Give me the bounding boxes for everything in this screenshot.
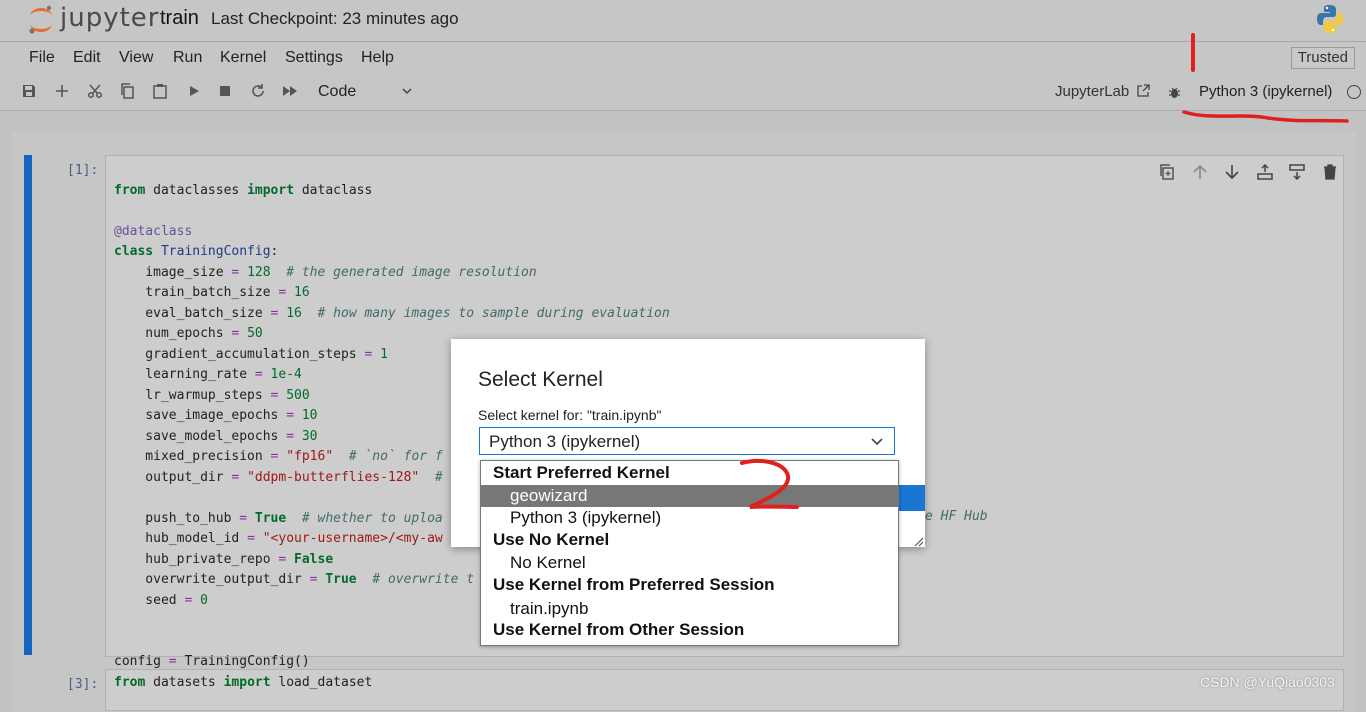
chevron-down-icon — [871, 438, 883, 446]
dialog-select-button[interactable] — [897, 485, 925, 511]
code-line: save_image_epochs = 10 — [114, 408, 318, 423]
fast-forward-icon — [283, 86, 297, 96]
external-link-icon — [1137, 84, 1151, 97]
option-label: Python 3 (ipykernel) — [510, 508, 662, 527]
debugger-bug-icon[interactable] — [1168, 86, 1181, 99]
code-line: push_to_hub = True # whether to uploa — [114, 510, 443, 526]
menu-edit[interactable]: Edit — [73, 49, 101, 67]
code-line: class TrainingConfig: — [114, 244, 279, 259]
code-line: gradient_accumulation_steps = 1 — [114, 346, 388, 362]
kernel-status-icon — [1347, 85, 1361, 99]
plus-icon — [56, 85, 68, 97]
code-line: @dataclass — [114, 223, 193, 239]
scissors-icon — [87, 84, 103, 99]
kernel-name-button[interactable]: Python 3 (ipykernel) — [1199, 83, 1332, 100]
menu-view[interactable]: View — [119, 49, 153, 67]
option-no-kernel[interactable]: No Kernel — [481, 552, 898, 574]
cut-button[interactable] — [86, 82, 104, 100]
active-cell-indicator — [24, 155, 32, 655]
menu-kernel[interactable]: Kernel — [220, 49, 266, 67]
cell-prompt-2: [3]: — [67, 677, 99, 692]
code-line: from datasets import load_dataset — [114, 675, 373, 690]
kernel-select[interactable]: Python 3 (ipykernel) — [479, 427, 895, 455]
code-line: mixed_precision = "fp16" # `no` for f — [114, 449, 443, 464]
stop-icon — [220, 86, 230, 96]
menu-settings[interactable]: Settings — [285, 49, 343, 67]
insert-cell-button[interactable] — [53, 82, 71, 100]
copy-button[interactable] — [118, 82, 136, 100]
refresh-icon — [252, 84, 264, 97]
jupyter-logo-icon[interactable] — [27, 4, 55, 36]
code-line: config = TrainingConfig() — [114, 654, 310, 669]
kernel-options-list: Start Preferred Kernel geowizard Python … — [480, 460, 899, 646]
cell-type-value: Code — [318, 83, 357, 100]
cell-type-dropdown[interactable]: Code — [318, 83, 413, 101]
code-line: from dataclasses import dataclass — [114, 182, 373, 198]
top-header: jupyter train Last Checkpoint: 23 minute… — [0, 0, 1366, 41]
interrupt-kernel-button[interactable] — [216, 82, 234, 100]
code-line: train_batch_size = 16 — [114, 285, 310, 300]
option-label: train.ipynb — [510, 599, 589, 618]
menu-bar: File Edit View Run Kernel Settings Help … — [0, 41, 1366, 75]
option-group-preferred-session: Use Kernel from Preferred Session — [493, 575, 775, 594]
delete-cell-icon[interactable] — [1321, 163, 1339, 181]
code-line: overwrite_output_dir = True # overwrite … — [114, 572, 475, 587]
cell-prompt: [1]: — [67, 163, 99, 178]
python-logo-icon — [1317, 5, 1343, 33]
option-train-ipynb[interactable]: train.ipynb — [481, 598, 898, 620]
run-cell-button[interactable] — [185, 82, 203, 100]
save-icon — [23, 85, 35, 97]
insert-above-icon[interactable] — [1256, 163, 1274, 181]
code-comment-fragment: e HF Hub — [925, 509, 988, 524]
code-line: lr_warmup_steps = 500 — [114, 387, 310, 403]
play-icon — [190, 86, 199, 96]
paste-button[interactable] — [151, 82, 169, 100]
clipboard-icon — [153, 84, 167, 99]
jupyter-wordmark: jupyter — [60, 3, 160, 33]
code-line: image_size = 128 # the generated image r… — [114, 264, 537, 280]
notebook-toolbar: Code JupyterLab Python 3 (ipykernel) — [0, 74, 1366, 111]
resize-handle-icon[interactable] — [912, 535, 924, 547]
code-line: learning_rate = 1e-4 — [114, 367, 302, 382]
option-group-no-kernel: Use No Kernel — [493, 530, 610, 549]
open-in-jupyterlab-button[interactable]: JupyterLab — [1055, 83, 1151, 100]
menu-help[interactable]: Help — [361, 49, 394, 67]
code-content-2: from datasets import load_dataset — [114, 673, 372, 694]
code-line: output_dir = "ddpm-butterflies-128" # — [114, 469, 443, 485]
code-line: hub_model_id = "<your-username>/<my-aw — [114, 531, 443, 546]
watermark: CSDN @YuQiao0303 — [1200, 674, 1335, 690]
trusted-indicator[interactable]: Trusted — [1290, 47, 1355, 69]
option-group-other-session: Use Kernel from Other Session — [493, 620, 745, 639]
option-label: geowizard — [510, 486, 588, 505]
option-group-start-preferred: Start Preferred Kernel — [493, 463, 670, 482]
notebook-name[interactable]: train — [160, 7, 199, 30]
option-label: No Kernel — [510, 553, 586, 572]
jupyterlab-label: JupyterLab — [1055, 83, 1130, 100]
move-down-icon[interactable] — [1223, 163, 1241, 181]
annotation-underline — [1182, 110, 1349, 123]
option-python3-ipykernel[interactable]: Python 3 (ipykernel) — [481, 507, 898, 529]
insert-below-icon[interactable] — [1288, 163, 1306, 181]
code-line: save_model_epochs = 30 — [114, 428, 318, 444]
chevron-down-icon — [402, 88, 412, 95]
dialog-label: Select kernel for: "train.ipynb" — [478, 407, 662, 423]
kernel-select-value: Python 3 (ipykernel) — [489, 432, 641, 451]
dialog-title: Select Kernel — [478, 368, 603, 391]
code-line: num_epochs = 50 — [114, 326, 263, 341]
code-line: hub_private_repo = False — [114, 551, 334, 567]
copy-icon — [121, 83, 134, 99]
move-up-icon[interactable] — [1191, 163, 1209, 181]
restart-run-all-button[interactable] — [281, 82, 299, 100]
duplicate-cell-icon[interactable] — [1158, 163, 1176, 181]
restart-kernel-button[interactable] — [249, 82, 267, 100]
code-line: seed = 0 — [114, 592, 208, 608]
save-button[interactable] — [20, 82, 38, 100]
menu-run[interactable]: Run — [173, 49, 202, 67]
code-line: eval_batch_size = 16 # how many images t… — [114, 305, 670, 321]
checkpoint-status: Last Checkpoint: 23 minutes ago — [211, 9, 459, 28]
menu-file[interactable]: File — [29, 49, 55, 67]
option-geowizard[interactable]: geowizard — [481, 485, 898, 507]
